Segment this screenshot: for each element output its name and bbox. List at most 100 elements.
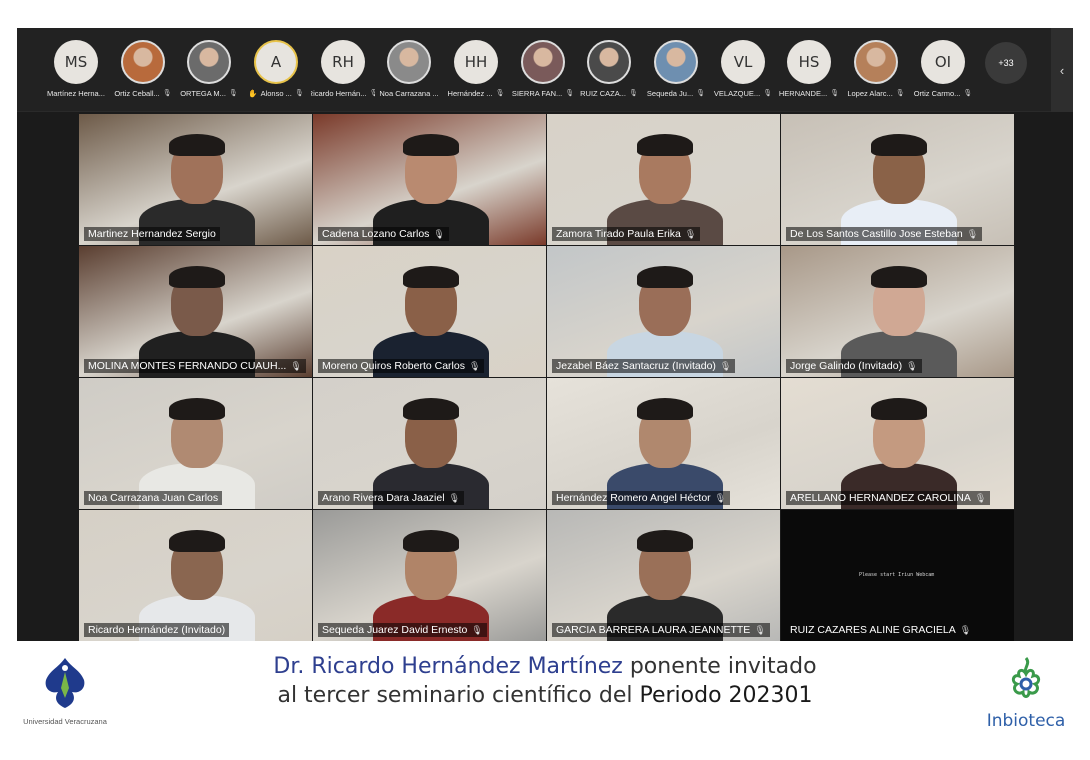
tile-participant-name: Jezabel Báez Santacruz (Invitado): [556, 360, 716, 372]
video-tile[interactable]: ARELLANO HERNANDEZ CAROLINA 🎙: [781, 378, 1014, 509]
mic-muted-icon: 🎙: [719, 360, 732, 371]
tile-name-label: GARCIA BARRERA LAURA JEANNETTE 🎙: [552, 623, 770, 637]
mic-muted-icon: 🎙: [369, 90, 375, 97]
tile-participant-name: ARELLANO HERNANDEZ CAROLINA: [790, 492, 971, 504]
participants-bar: +33 ‹ MS Martínez Herna... Ortiz Ceball...…: [17, 28, 1073, 112]
avatar: [187, 40, 231, 84]
participant-thumb[interactable]: RH Ricardo Hernán... 🎙: [311, 40, 375, 102]
video-tile[interactable]: GARCIA BARRERA LAURA JEANNETTE 🎙: [547, 510, 780, 641]
video-tile[interactable]: Please start Iriun Webcam RUIZ CAZARES AL…: [781, 510, 1014, 641]
participant-thumb[interactable]: SIERRA FAN... 🎙: [511, 40, 575, 102]
participant-thumb[interactable]: MS Martínez Herna...: [44, 40, 108, 102]
video-tile[interactable]: Jezabel Báez Santacruz (Invitado) 🎙: [547, 246, 780, 377]
video-tile[interactable]: MOLINA MONTES FERNANDO CUAUH... 🎙: [79, 246, 312, 377]
inbioteca-emblem-icon: [1011, 657, 1041, 698]
participant-thumb[interactable]: Sequeda Ju... 🎙: [644, 40, 708, 102]
participant-name: ORTEGA M...: [180, 89, 226, 98]
more-participants-button[interactable]: +33: [985, 42, 1027, 84]
tile-name-label: RUIZ CAZARES ALINE GRACIELA 🎙: [786, 623, 975, 637]
tile-name-label: Jezabel Báez Santacruz (Invitado) 🎙: [552, 359, 736, 373]
collapse-chevron-icon[interactable]: ‹: [1051, 28, 1073, 112]
video-tile[interactable]: Jorge Galindo (Invitado) 🎙: [781, 246, 1014, 377]
participant-name: Sequeda Ju...: [646, 89, 694, 98]
tile-name-label: Arano Rivera Dara Jaaziel 🎙: [318, 491, 464, 505]
tile-name-label: Moreno Quiros Roberto Carlos 🎙: [318, 359, 485, 373]
mic-muted-icon: 🎙: [754, 624, 766, 635]
participant-name: Ortiz Carmo...: [913, 89, 961, 98]
person-hair: [637, 266, 693, 288]
person-hair: [403, 530, 459, 552]
uv-logo-text: Universidad Veracruzana: [23, 717, 107, 726]
tile-participant-name: Ricardo Hernández (Invitado): [88, 624, 226, 636]
participant-thumb[interactable]: HS HERNANDE... 🎙: [777, 40, 841, 102]
tile-participant-name: GARCIA BARRERA LAURA JEANNETTE: [556, 624, 751, 636]
participant-name: Lopez Alarc...: [847, 89, 893, 98]
person-hair: [871, 266, 927, 288]
participant-thumb[interactable]: VL VELAZQUE... 🎙: [711, 40, 775, 102]
person-hair: [871, 134, 927, 156]
event-caption: Dr. Ricardo Hernández Martínez ponente i…: [0, 654, 1090, 708]
mic-muted-icon: 🎙: [162, 90, 172, 97]
participant-thumb[interactable]: A ✋ Alonso ... 🎙: [244, 40, 308, 102]
video-tile[interactable]: Moreno Quiros Roberto Carlos 🎙: [313, 246, 546, 377]
tile-participant-name: Sequeda Juarez David Ernesto: [322, 624, 468, 636]
video-tile[interactable]: Zamora Tirado Paula Erika 🎙: [547, 114, 780, 245]
video-tile[interactable]: Sequeda Juarez David Ernesto 🎙: [313, 510, 546, 641]
participant-name: HERNANDE...: [778, 89, 828, 98]
participant-name: Hernández ...: [447, 89, 493, 98]
avatar: [387, 40, 431, 84]
participant-name: VELAZQUE...: [713, 89, 761, 98]
person-hair: [871, 398, 927, 420]
avatar: VL: [721, 40, 765, 84]
person-hair: [169, 398, 225, 420]
video-tile[interactable]: Hernández Romero Angel Héctor 🎙: [547, 378, 780, 509]
tile-participant-name: Zamora Tirado Paula Erika: [556, 228, 681, 240]
webcam-message: Please start Iriun Webcam: [859, 572, 935, 578]
mic-muted-icon: 🎙: [830, 90, 840, 97]
mic-muted-icon: 🎙: [763, 90, 773, 97]
mic-muted-icon: 🎙: [471, 624, 483, 635]
participant-name: Ricardo Hernán...: [311, 89, 367, 98]
mic-muted-icon: 🎙: [684, 228, 697, 239]
participant-thumb[interactable]: Ortiz Ceball... 🎙: [111, 40, 175, 102]
video-tile[interactable]: Ricardo Hernández (Invitado): [79, 510, 312, 641]
tile-participant-name: Cadena Lozano Carlos: [322, 228, 430, 240]
tile-participant-name: Hernández Romero Angel Héctor: [556, 492, 711, 504]
participant-name: Ortiz Ceball...: [114, 89, 160, 98]
video-tile[interactable]: Noa Carrazana Juan Carlos: [79, 378, 312, 509]
mic-muted-icon: 🎙: [228, 90, 238, 97]
participant-name: RUIZ CAZA...: [580, 89, 626, 98]
person-hair: [403, 398, 459, 420]
participant-thumb[interactable]: HH Hernández ... 🎙: [444, 40, 508, 102]
participant-thumb[interactable]: Noa Carrazana ...: [377, 40, 441, 102]
tile-participant-name: Moreno Quiros Roberto Carlos: [322, 360, 465, 372]
caption-role: ponente invitado: [622, 654, 817, 679]
participant-name: SIERRA FAN...: [511, 89, 563, 98]
video-tile[interactable]: Arano Rivera Dara Jaaziel 🎙: [313, 378, 546, 509]
tile-participant-name: De Los Santos Castillo Jose Esteban: [790, 228, 963, 240]
tile-name-label: Zamora Tirado Paula Erika 🎙: [552, 227, 701, 241]
participant-name: Noa Carrazana ...: [379, 89, 439, 98]
video-tile[interactable]: Cadena Lozano Carlos 🎙: [313, 114, 546, 245]
person-hair: [403, 134, 459, 156]
raised-hand-icon: ✋: [248, 89, 258, 98]
participant-thumb[interactable]: Lopez Alarc... 🎙: [844, 40, 908, 102]
mic-muted-icon: 🎙: [448, 492, 460, 503]
avatar: HH: [454, 40, 498, 84]
participant-thumb[interactable]: RUIZ CAZA... 🎙: [577, 40, 641, 102]
mic-muted-icon: 🎙: [628, 90, 638, 97]
participant-thumb[interactable]: OI Ortiz Carmo... 🎙: [911, 40, 975, 102]
tile-name-label: Noa Carrazana Juan Carlos: [84, 491, 223, 505]
participant-thumb[interactable]: ORTEGA M... 🎙: [177, 40, 241, 102]
tile-name-label: MOLINA MONTES FERNANDO CUAUH... 🎙: [84, 359, 306, 373]
mic-muted-icon: 🎙: [974, 492, 987, 503]
video-tile[interactable]: De Los Santos Castillo Jose Esteban 🎙: [781, 114, 1014, 245]
inbioteca-logo: Inbioteca: [978, 654, 1074, 734]
inbioteca-logo-text: Inbioteca: [986, 711, 1066, 731]
participant-name: Martínez Herna...: [47, 89, 105, 98]
avatar: OI: [921, 40, 965, 84]
tile-participant-name: Noa Carrazana Juan Carlos: [88, 492, 219, 504]
mic-muted-icon: 🎙: [906, 360, 918, 371]
caption-event: al tercer seminario científico del: [277, 683, 640, 708]
video-tile[interactable]: Martinez Hernandez Sergio: [79, 114, 312, 245]
